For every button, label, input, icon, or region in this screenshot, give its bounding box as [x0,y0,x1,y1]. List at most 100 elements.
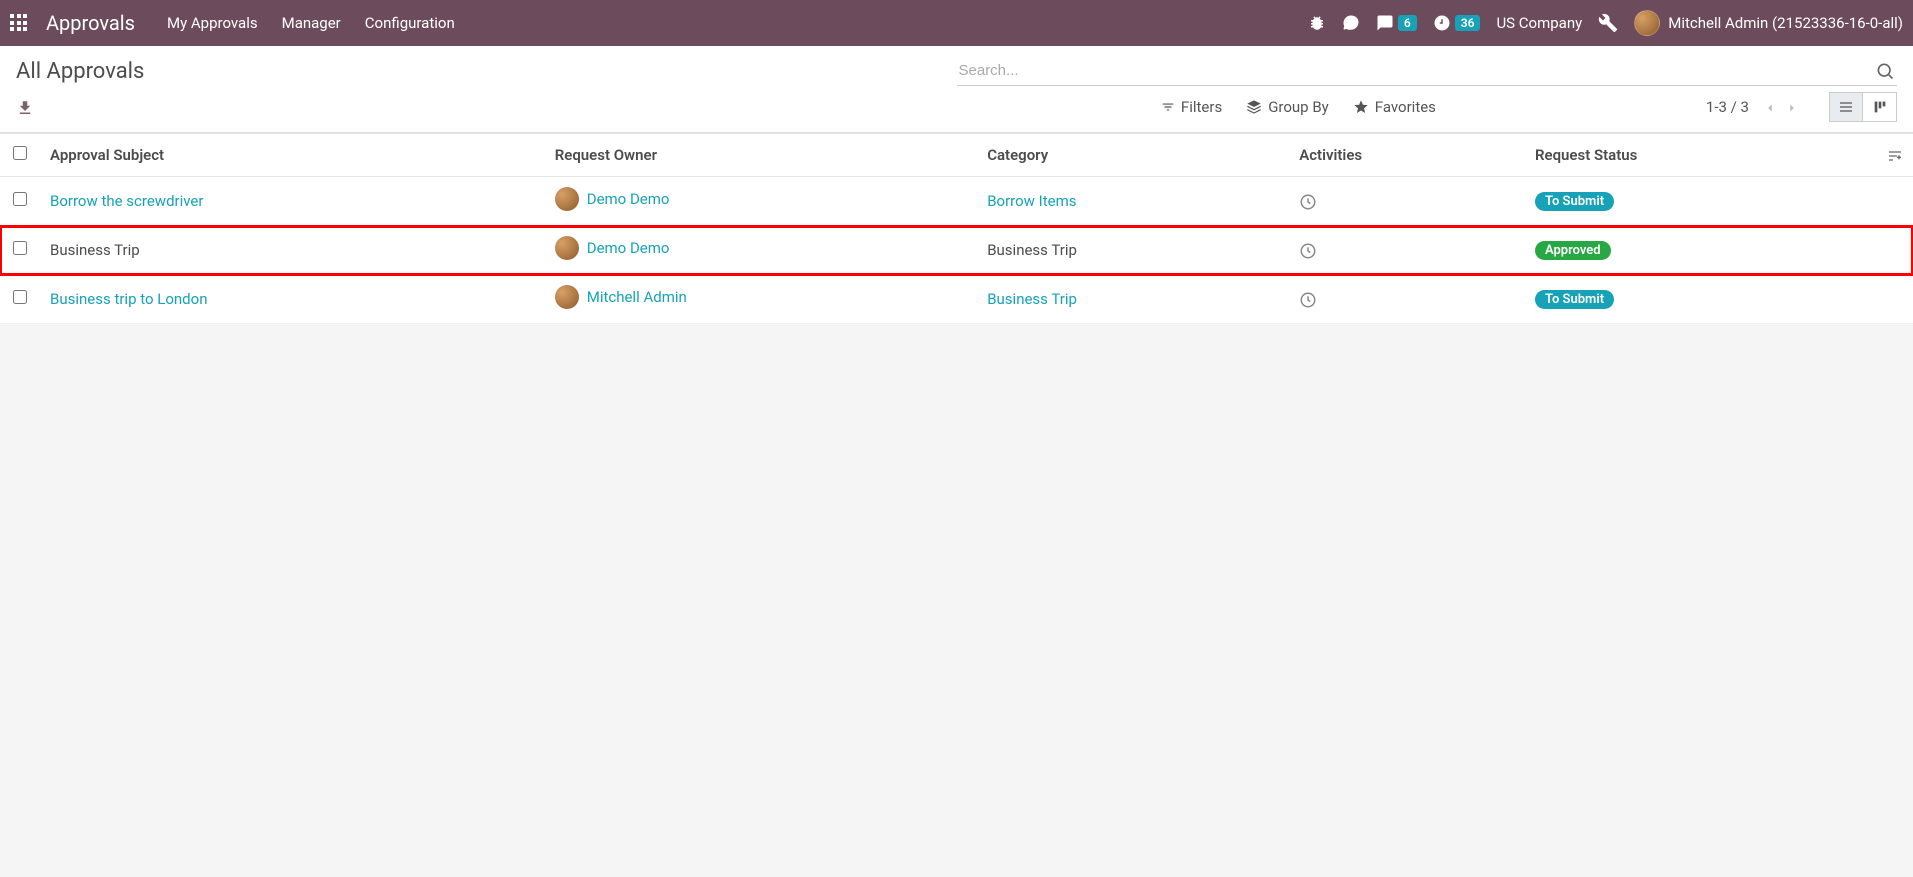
filters-button[interactable]: Filters [1161,98,1222,116]
user-avatar-icon [1634,10,1660,36]
support-icon[interactable] [1342,14,1360,32]
top-navbar: Approvals My Approvals Manager Configura… [0,0,1913,46]
header-subject[interactable]: Approval Subject [40,134,545,177]
row-activities[interactable] [1289,226,1525,275]
row-checkbox-cell [0,177,40,226]
groupby-button[interactable]: Group By [1246,98,1329,116]
owner-name[interactable]: Demo Demo [587,190,670,208]
row-checkbox[interactable] [13,290,27,304]
control-panel: All Approvals Filters Group By Favorites [0,46,1913,133]
row-checkbox-cell [0,226,40,275]
topnav-right: 6 36 US Company Mitchell Admin (21523336… [1308,10,1903,36]
pager-text[interactable]: 1-3 / 3 [1706,98,1749,116]
activity-badge: 36 [1455,15,1481,31]
category-text[interactable]: Borrow Items [987,192,1076,210]
table-row[interactable]: Business Trip Demo Demo Business Trip Appro… [0,226,1913,275]
view-switcher [1829,92,1897,122]
apps-grid-icon[interactable] [10,14,28,32]
table-row[interactable]: Business trip to London Mitchell Admin Bus… [0,275,1913,324]
header-activities[interactable]: Activities [1289,134,1525,177]
row-status: To Submit [1525,177,1873,226]
header-status[interactable]: Request Status [1525,134,1873,177]
header-owner[interactable]: Request Owner [545,134,977,177]
subject-text[interactable]: Business trip to London [50,290,207,308]
row-activities[interactable] [1289,177,1525,226]
activity-clock-icon[interactable] [1299,290,1317,308]
row-checkbox[interactable] [13,241,27,255]
row-owner[interactable]: Demo Demo [545,226,977,275]
chat-icon [1376,14,1394,32]
export-icon[interactable] [16,97,34,118]
row-subject[interactable]: Business Trip [40,226,545,275]
cp-row-top: All Approvals [0,46,1913,86]
pager-next-icon[interactable] [1783,96,1801,118]
topnav-left: Approvals My Approvals Manager Configura… [10,11,455,35]
page-title: All Approvals [16,59,144,84]
layers-icon [1246,99,1262,115]
search-icon[interactable] [1875,60,1895,81]
category-text: Business Trip [987,241,1077,259]
activity-clock-icon[interactable] [1299,241,1317,259]
user-name: Mitchell Admin (21523336-16-0-all) [1668,14,1903,32]
owner-name[interactable]: Mitchell Admin [587,288,687,306]
nav-manager[interactable]: Manager [282,14,341,32]
subject-text: Business Trip [50,241,140,259]
pager: 1-3 / 3 [1706,92,1897,122]
row-subject[interactable]: Business trip to London [40,275,545,324]
row-category[interactable]: Business Trip [977,226,1289,275]
company-selector[interactable]: US Company [1496,14,1582,32]
status-badge: To Submit [1535,192,1614,211]
row-trailing [1873,275,1913,324]
user-menu[interactable]: Mitchell Admin (21523336-16-0-all) [1634,10,1903,36]
activity-badge-group[interactable]: 36 [1433,14,1481,32]
row-status: To Submit [1525,275,1873,324]
activity-clock-icon[interactable] [1299,192,1317,210]
search-area [957,56,1898,86]
row-owner[interactable]: Demo Demo [545,177,977,226]
owner-name[interactable]: Demo Demo [587,239,670,257]
row-owner[interactable]: Mitchell Admin [545,275,977,324]
header-category[interactable]: Category [977,134,1289,177]
row-category[interactable]: Business Trip [977,275,1289,324]
table-header-row: Approval Subject Request Owner Category … [0,134,1913,177]
chat-badge-group[interactable]: 6 [1376,14,1417,32]
kanban-icon [1872,99,1888,115]
row-checkbox[interactable] [13,192,27,206]
app-title[interactable]: Approvals [46,11,135,35]
chat-badge: 6 [1398,15,1417,31]
header-settings[interactable] [1873,134,1913,177]
select-all-checkbox[interactable] [13,146,27,160]
filter-group: Filters Group By Favorites [1161,98,1436,116]
approvals-table: Approval Subject Request Owner Category … [0,134,1913,324]
pager-prev-icon[interactable] [1761,96,1779,118]
clock-icon [1433,14,1451,32]
status-badge: Approved [1535,241,1611,260]
category-text[interactable]: Business Trip [987,290,1077,308]
favorites-label: Favorites [1375,98,1436,116]
favorites-button[interactable]: Favorites [1353,98,1436,116]
cp-row-bottom: Filters Group By Favorites 1-3 / 3 [0,86,1913,132]
funnel-icon [1161,100,1175,114]
status-badge: To Submit [1535,290,1614,309]
search-input[interactable] [957,56,1898,86]
owner-avatar-icon [555,236,579,260]
view-kanban-button[interactable] [1863,92,1897,122]
star-icon [1353,99,1369,115]
tools-icon[interactable] [1598,13,1618,33]
nav-configuration[interactable]: Configuration [365,14,455,32]
bug-icon[interactable] [1308,14,1326,32]
header-checkbox-cell [0,134,40,177]
subject-text[interactable]: Borrow the screwdriver [50,192,203,210]
nav-my-approvals[interactable]: My Approvals [167,14,258,32]
table-row[interactable]: Borrow the screwdriver Demo Demo Borrow It… [0,177,1913,226]
row-trailing [1873,226,1913,275]
nav-links: My Approvals Manager Configuration [167,14,455,32]
row-trailing [1873,177,1913,226]
row-activities[interactable] [1289,275,1525,324]
row-subject[interactable]: Borrow the screwdriver [40,177,545,226]
view-list-button[interactable] [1829,92,1863,122]
groupby-label: Group By [1268,98,1329,116]
row-category[interactable]: Borrow Items [977,177,1289,226]
list-view: Approval Subject Request Owner Category … [0,133,1913,324]
sliders-icon [1887,148,1903,164]
